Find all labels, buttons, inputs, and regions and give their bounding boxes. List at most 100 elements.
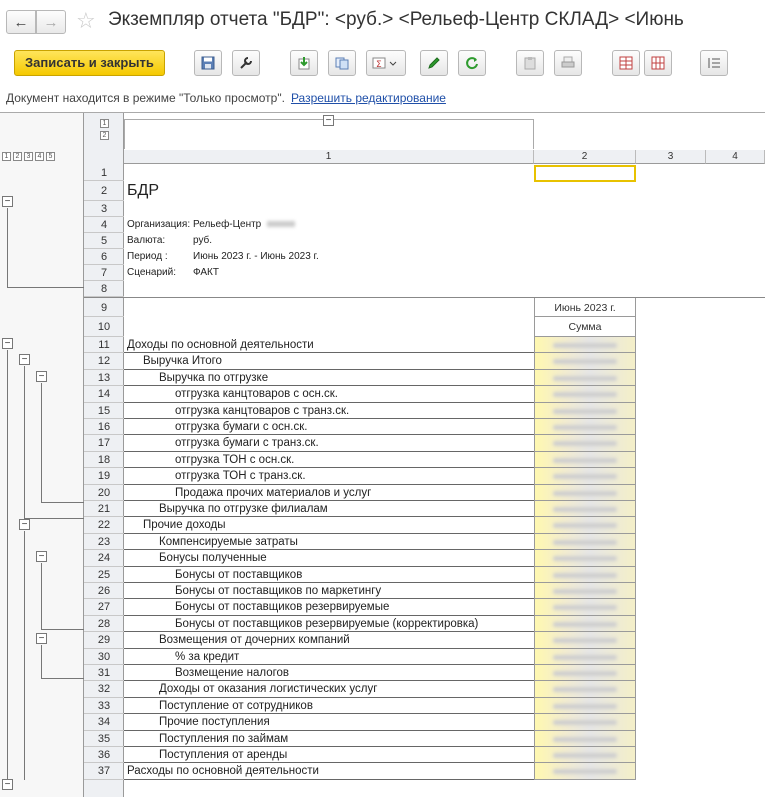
- table-row[interactable]: 9 Июнь 2023 г.: [84, 297, 765, 317]
- column-group-collapse-icon[interactable]: −: [323, 115, 334, 126]
- table-row[interactable]: 16 отгрузка бумаги с осн.ск.: [84, 419, 765, 436]
- edit-button[interactable]: [420, 50, 448, 76]
- export-button[interactable]: [290, 50, 318, 76]
- table-row[interactable]: 34 Прочие поступления: [84, 714, 765, 731]
- table-row[interactable]: 35 Поступления по займам: [84, 730, 765, 747]
- amount-cell[interactable]: [534, 697, 636, 715]
- amount-cell[interactable]: [534, 747, 636, 764]
- col-level-1-button[interactable]: 1: [100, 119, 109, 128]
- amount-cell[interactable]: [534, 583, 636, 600]
- column-header-3[interactable]: 3: [636, 150, 706, 164]
- allow-editing-link[interactable]: Разрешить редактирование: [291, 91, 446, 105]
- table-row[interactable]: 17 отгрузка бумаги с транз.ск.: [84, 435, 765, 452]
- table-row[interactable]: 26 Бонусы от поставщиков по маркетингу: [84, 583, 765, 600]
- amount-cell[interactable]: [534, 369, 636, 387]
- group-collapse-icon[interactable]: −: [19, 519, 30, 530]
- amount-cell[interactable]: [534, 599, 636, 616]
- forward-button[interactable]: →: [36, 10, 66, 34]
- amount-cell[interactable]: [534, 484, 636, 501]
- save-button[interactable]: [194, 50, 222, 76]
- table-row[interactable]: 32 Доходы от оказания логистических услуг: [84, 681, 765, 698]
- table-row[interactable]: 4 Организация: Рельеф-Центр: [84, 217, 765, 234]
- report-sheet[interactable]: 1 2 3 4 5 1 2 − 1 2 3 4 1 2 БДР 3 4 Органи…: [0, 112, 765, 797]
- clipboard-button[interactable]: [516, 50, 544, 76]
- refresh-button[interactable]: [458, 50, 486, 76]
- grid-merge-button[interactable]: [644, 50, 672, 76]
- table-row[interactable]: 31 Возмещение налогов: [84, 665, 765, 682]
- amount-cell[interactable]: [534, 665, 636, 682]
- group-collapse-icon[interactable]: −: [2, 338, 13, 349]
- table-row[interactable]: 28 Бонусы от поставщиков резервируемые (к…: [84, 615, 765, 633]
- level-3-button[interactable]: 3: [24, 152, 33, 161]
- amount-cell[interactable]: [534, 468, 636, 485]
- save-and-close-button[interactable]: Записать и закрыть: [14, 50, 165, 76]
- amount-cell[interactable]: [534, 533, 636, 551]
- table-row[interactable]: 33 Поступление от сотрудников: [84, 697, 765, 715]
- group-collapse-icon[interactable]: −: [36, 633, 47, 644]
- group-collapse-icon[interactable]: −: [19, 354, 30, 365]
- table-row[interactable]: 11 Доходы по основной деятельности: [84, 337, 765, 354]
- amount-cell[interactable]: [534, 566, 636, 583]
- amount-cell[interactable]: [534, 435, 636, 452]
- amount-cell[interactable]: [534, 451, 636, 469]
- amount-cell[interactable]: [534, 386, 636, 403]
- table-row[interactable]: 14 отгрузка канцтоваров с осн.ск.: [84, 386, 765, 403]
- amount-cell[interactable]: [534, 763, 636, 780]
- amount-cell[interactable]: [534, 517, 636, 534]
- column-header-1[interactable]: 1: [124, 150, 534, 164]
- level-2-button[interactable]: 2: [13, 152, 22, 161]
- group-collapse-icon[interactable]: −: [2, 779, 13, 790]
- amount-cell[interactable]: [534, 501, 636, 518]
- level-4-button[interactable]: 4: [35, 152, 44, 161]
- table-row[interactable]: 12 Выручка Итого: [84, 353, 765, 370]
- amount-cell[interactable]: [534, 681, 636, 698]
- amount-cell[interactable]: [534, 632, 636, 649]
- table-row[interactable]: 7 Сценарий: ФАКТ: [84, 265, 765, 282]
- settings-button[interactable]: [232, 50, 260, 76]
- amount-cell[interactable]: [534, 714, 636, 731]
- column-header-2[interactable]: 2: [534, 150, 636, 164]
- table-row[interactable]: 19 отгрузка ТОН с транз.ск.: [84, 468, 765, 485]
- print-button[interactable]: [554, 50, 582, 76]
- table-row[interactable]: 2 БДР: [84, 181, 765, 201]
- table-row[interactable]: 20 Продажа прочих материалов и услуг: [84, 484, 765, 501]
- table-row[interactable]: 6 Период : Июнь 2023 г. - Июнь 2023 г.: [84, 249, 765, 266]
- table-row[interactable]: 36 Поступления от аренды: [84, 747, 765, 764]
- table-row[interactable]: 23 Компенсируемые затраты: [84, 533, 765, 551]
- table-row[interactable]: 30% за кредит: [84, 648, 765, 665]
- col-level-2-button[interactable]: 2: [100, 131, 109, 140]
- column-header-4[interactable]: 4: [706, 150, 765, 164]
- table-row[interactable]: 37 Расходы по основной деятельности: [84, 763, 765, 780]
- amount-cell[interactable]: [534, 615, 636, 633]
- favorite-star-icon[interactable]: ☆: [76, 8, 96, 34]
- table-row[interactable]: 21 Выручка по отгрузке филиалам: [84, 501, 765, 518]
- table-row[interactable]: 3: [84, 201, 765, 218]
- table-row[interactable]: 5 Валюта: руб.: [84, 233, 765, 250]
- copy-button[interactable]: [328, 50, 356, 76]
- table-row[interactable]: 18 отгрузка ТОН с осн.ск.: [84, 451, 765, 469]
- amount-cell[interactable]: [534, 648, 636, 665]
- amount-cell[interactable]: [534, 550, 636, 567]
- group-collapse-icon[interactable]: −: [36, 371, 47, 382]
- group-collapse-icon[interactable]: −: [36, 551, 47, 562]
- table-row[interactable]: 1: [84, 165, 765, 182]
- level-1-button[interactable]: 1: [2, 152, 11, 161]
- grid-split-button[interactable]: [612, 50, 640, 76]
- indent-button[interactable]: [700, 50, 728, 76]
- table-row[interactable]: 24 Бонусы полученные: [84, 550, 765, 567]
- table-row[interactable]: 10 Сумма: [84, 317, 765, 337]
- amount-cell[interactable]: [534, 353, 636, 370]
- amount-cell[interactable]: [534, 730, 636, 747]
- amount-cell[interactable]: [534, 337, 636, 354]
- table-row[interactable]: 25 Бонусы от поставщиков: [84, 566, 765, 583]
- group-collapse-icon[interactable]: −: [2, 196, 13, 207]
- sum-dropdown-button[interactable]: Σ: [366, 50, 406, 76]
- back-button[interactable]: ←: [6, 10, 36, 34]
- amount-cell[interactable]: [534, 402, 636, 419]
- table-row[interactable]: 13 Выручка по отгрузке: [84, 369, 765, 387]
- table-row[interactable]: 22 Прочие доходы: [84, 517, 765, 534]
- table-row[interactable]: 29 Возмещения от дочерних компаний: [84, 632, 765, 649]
- level-5-button[interactable]: 5: [46, 152, 55, 161]
- amount-cell[interactable]: [534, 419, 636, 436]
- table-row[interactable]: 8: [84, 281, 765, 298]
